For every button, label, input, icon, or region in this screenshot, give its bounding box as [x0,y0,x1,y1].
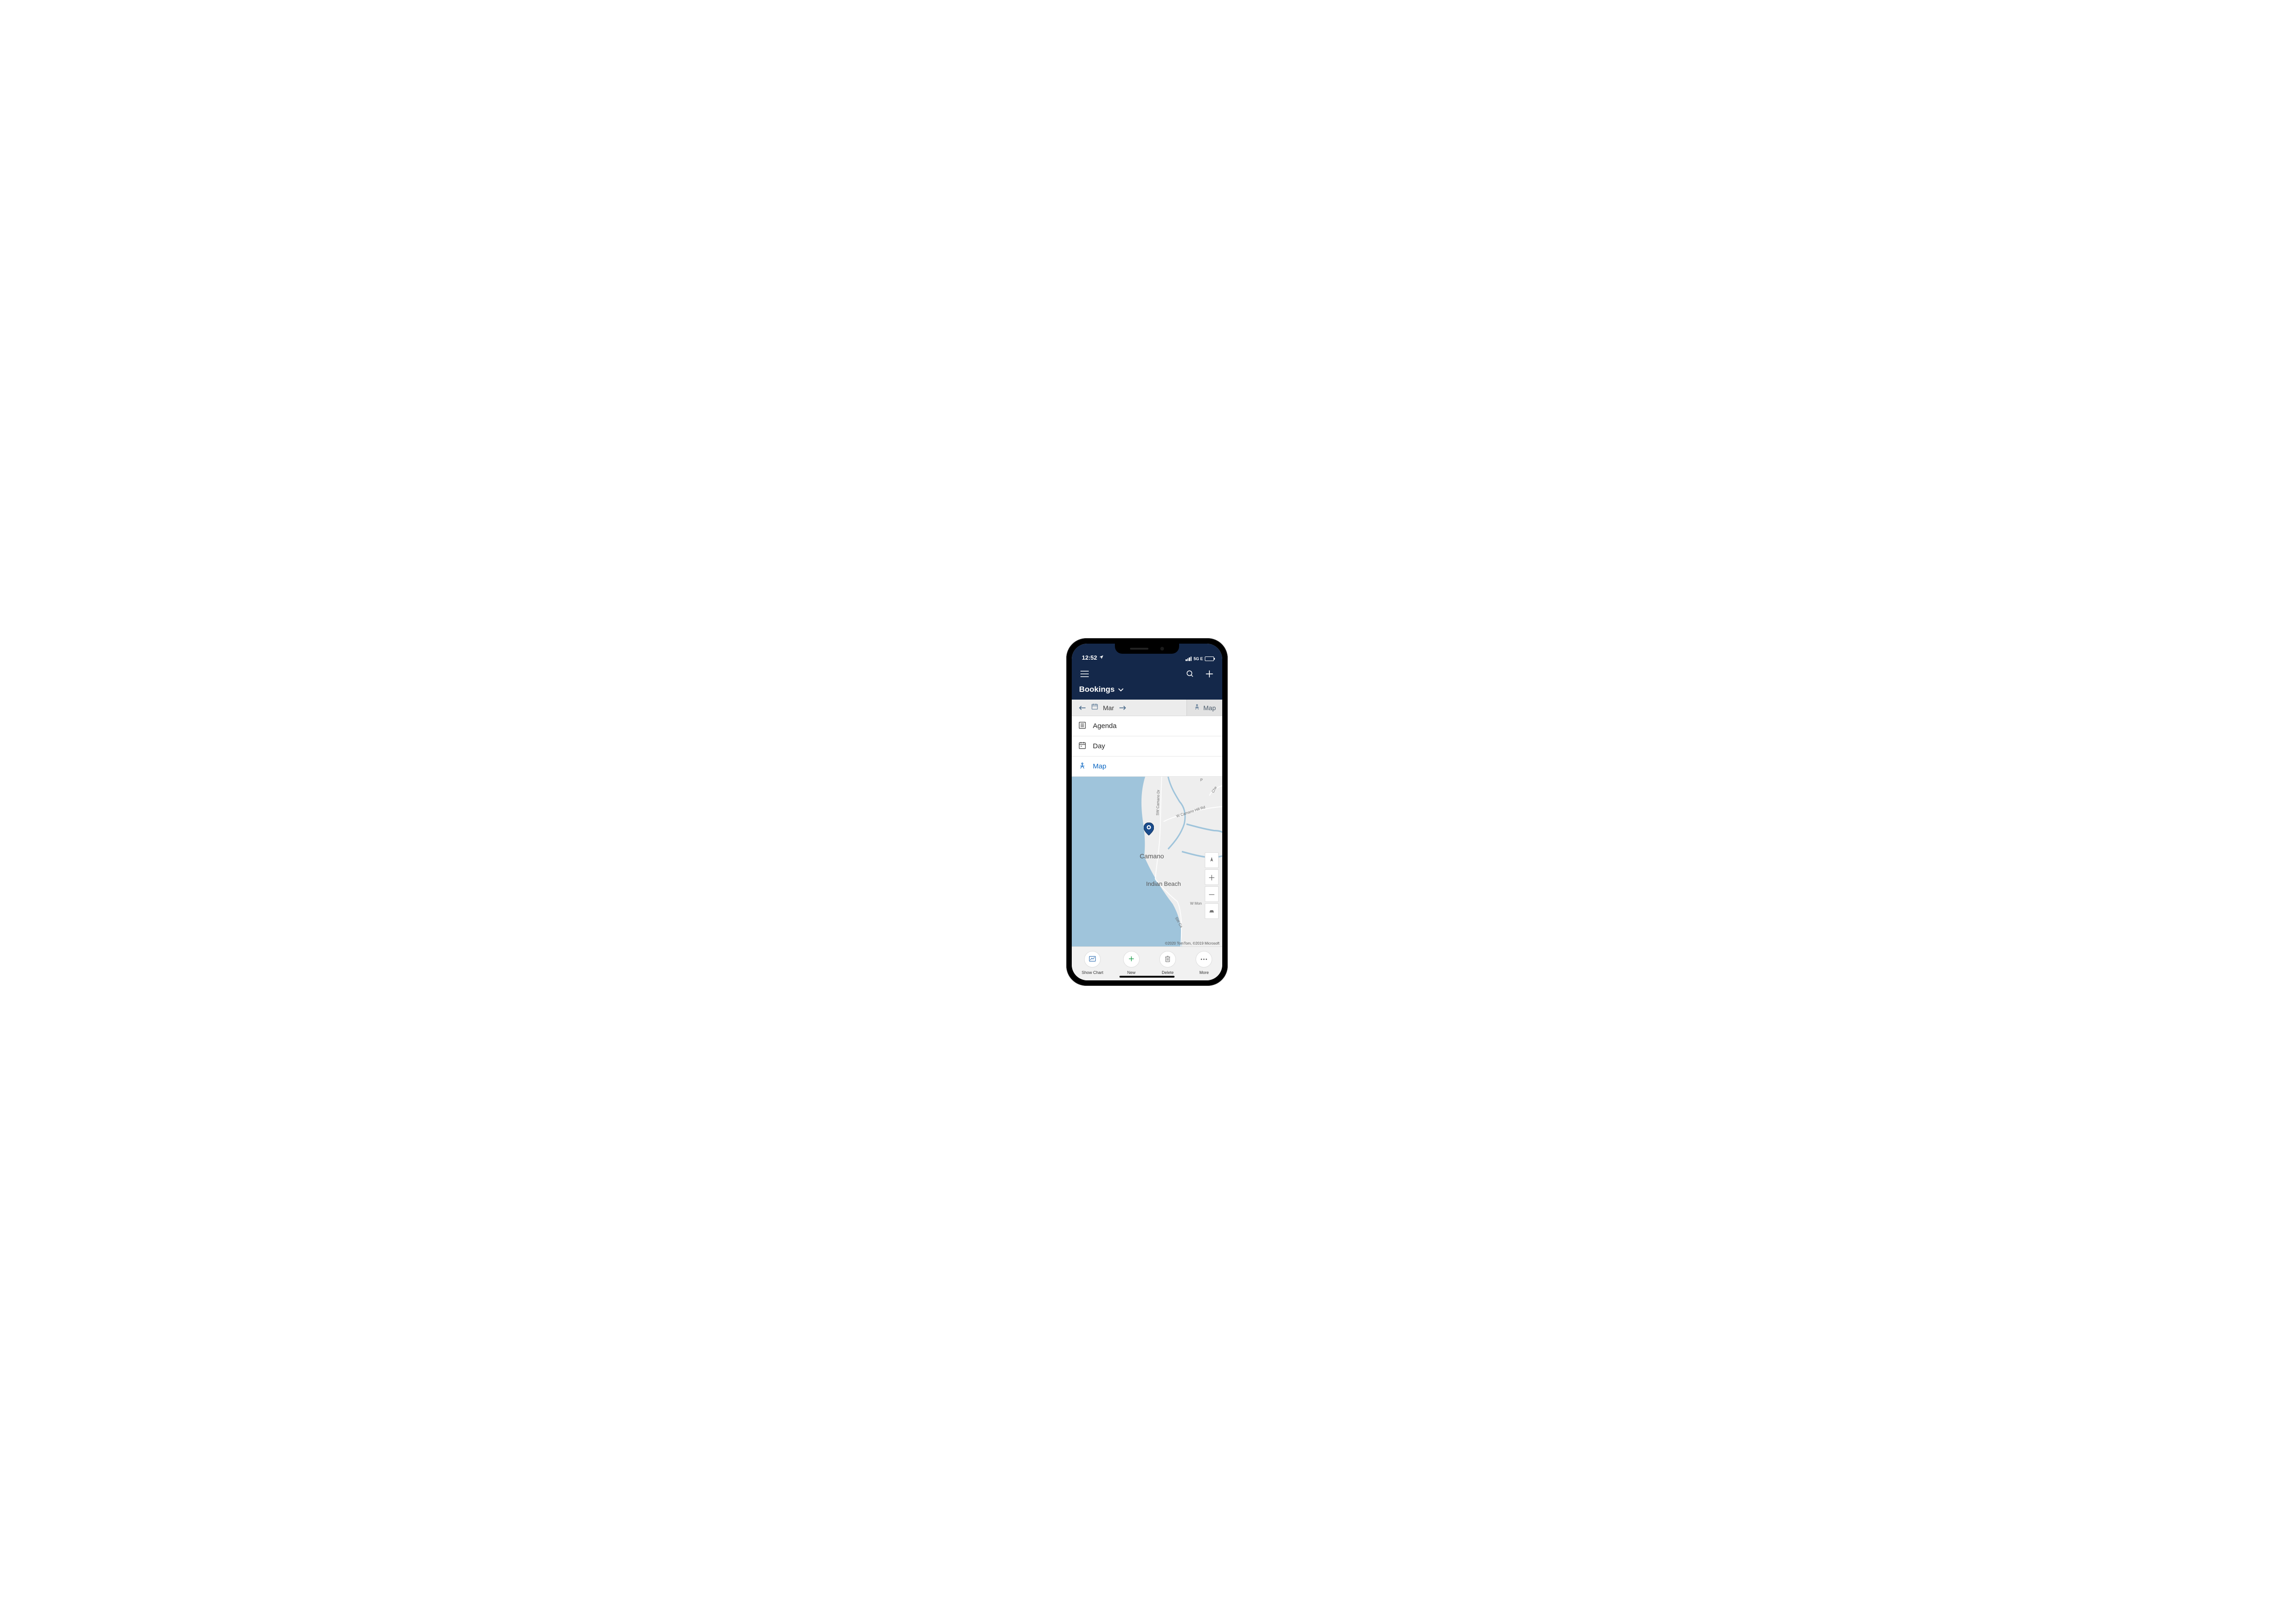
view-option-label: Map [1093,762,1106,770]
map-label-indian-beach: Indian Beach [1146,880,1181,887]
location-services-icon [1099,654,1104,661]
search-icon[interactable] [1184,667,1197,680]
agenda-icon [1078,721,1086,731]
page-title: Bookings [1079,685,1114,694]
view-option-day[interactable]: Day [1072,736,1222,756]
map-person-icon [1193,703,1201,712]
bottom-label: More [1199,970,1209,975]
map-toggle-button[interactable]: Map [1186,700,1222,716]
bottom-toolbar: Show Chart New Delete [1072,946,1222,980]
home-indicator[interactable] [1119,976,1175,978]
phone-screen: 12:52 5G E [1072,644,1222,980]
prev-month-icon[interactable] [1078,701,1086,714]
hamburger-menu-icon[interactable] [1078,667,1091,680]
chart-icon [1089,956,1096,963]
map-label-camano: Camano [1140,852,1164,860]
more-button[interactable]: More [1196,951,1212,975]
map-icon [1078,762,1086,772]
date-toolbar: Mar Map [1072,700,1222,716]
map-pin[interactable] [1144,823,1154,835]
battery-icon [1205,656,1214,661]
bottom-label: Show Chart [1082,970,1103,975]
plus-icon [1128,955,1135,963]
view-options-list: Agenda Day Map [1072,716,1222,777]
app-header: Bookings [1072,662,1222,700]
calendar-icon[interactable] [1091,703,1098,712]
map-road-w-mon: W Mon [1190,901,1202,906]
map-attribution: ©2020 TomTom, ©2019 Microsoft [1165,941,1219,945]
chevron-down-icon [1118,685,1124,694]
map-toggle-label: Map [1203,704,1216,712]
bottom-label: New [1127,970,1136,975]
view-option-agenda[interactable]: Agenda [1072,716,1222,736]
status-time: 12:52 [1082,654,1097,661]
map-zoom-out-button[interactable]: － [1205,886,1219,902]
add-icon[interactable] [1203,667,1216,680]
map-background [1072,777,1222,946]
view-option-label: Agenda [1093,722,1117,730]
show-chart-button[interactable]: Show Chart [1082,951,1103,975]
day-icon [1078,741,1086,751]
delete-button[interactable]: Delete [1159,951,1176,975]
page-title-dropdown[interactable]: Bookings [1078,682,1216,700]
map-tilt-button[interactable] [1205,903,1219,919]
map-locate-button[interactable] [1205,852,1219,868]
next-month-icon[interactable] [1119,701,1127,714]
map-controls: ＋ － [1205,852,1219,919]
phone-notch [1115,644,1179,654]
more-icon [1200,957,1208,962]
map-road-p: P [1200,778,1203,782]
new-button[interactable]: New [1123,951,1140,975]
trash-icon [1164,955,1171,963]
view-option-map[interactable]: Map [1072,756,1222,777]
bottom-label: Delete [1162,970,1174,975]
map-zoom-in-button[interactable]: ＋ [1205,869,1219,885]
network-label: 5G E [1193,656,1203,661]
map-canvas[interactable]: Camano Indian Beach SW Camano Dr W Caman… [1072,777,1222,946]
month-label: Mar [1103,704,1114,712]
signal-icon [1186,656,1192,661]
view-option-label: Day [1093,742,1105,750]
phone-frame: 12:52 5G E [1066,638,1228,986]
